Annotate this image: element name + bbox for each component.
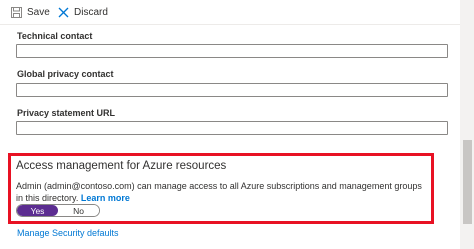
manage-security-defaults-link[interactable]: Manage Security defaults (17, 228, 119, 238)
save-button[interactable]: Save (11, 0, 50, 24)
learn-more-link[interactable]: Learn more (81, 193, 130, 203)
save-label: Save (27, 6, 50, 18)
properties-page: Save Discard Technical contact Global pr… (0, 0, 474, 249)
scrollbar-thumb[interactable] (463, 140, 472, 224)
technical-contact-label: Technical contact (17, 31, 93, 41)
access-management-toggle[interactable]: Yes No (16, 204, 100, 217)
toggle-no-option[interactable]: No (58, 205, 99, 216)
toolbar-divider (0, 24, 460, 25)
command-bar: Save Discard (0, 0, 460, 24)
save-icon (11, 6, 22, 18)
access-description-text: Admin (admin@contoso.com) can manage acc… (16, 181, 422, 203)
toggle-yes-option[interactable]: Yes (17, 205, 58, 216)
access-management-description: Admin (admin@contoso.com) can manage acc… (16, 180, 430, 204)
global-privacy-contact-input[interactable] (16, 83, 448, 97)
privacy-statement-url-label: Privacy statement URL (17, 108, 116, 118)
close-icon (58, 7, 69, 18)
technical-contact-input[interactable] (16, 44, 448, 58)
privacy-statement-url-input[interactable] (16, 121, 448, 135)
discard-button[interactable]: Discard (58, 0, 108, 24)
access-management-title: Access management for Azure resources (16, 160, 227, 172)
global-privacy-contact-label: Global privacy contact (17, 69, 114, 79)
discard-label: Discard (74, 6, 108, 18)
